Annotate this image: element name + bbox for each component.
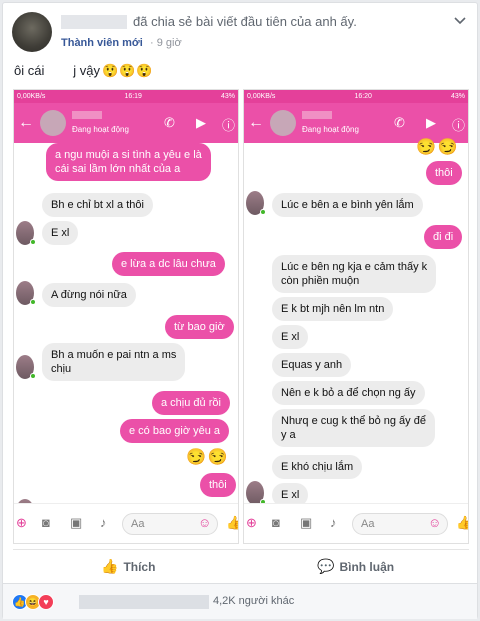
chevron-down-icon[interactable] <box>453 13 467 27</box>
contact-name-blurred <box>302 111 332 119</box>
author-name-blurred[interactable] <box>61 15 127 29</box>
chat-header: ← Đang hoạt động ✆ ▶ ⓘ <box>14 103 238 143</box>
message-bubble: E khó chịu lắm <box>272 455 363 479</box>
active-status: Đang hoạt động <box>302 125 359 134</box>
message-bubble: Bh a muốn e pai ntn a ms chịu <box>42 343 186 381</box>
message-bubble: e có bao giờ yêu a <box>120 419 229 443</box>
info-icon[interactable]: ⓘ <box>222 115 235 134</box>
camera-icon[interactable]: ◙ <box>42 515 50 530</box>
camera-icon[interactable]: ◙ <box>272 515 280 530</box>
message-bubble: E xl <box>42 221 79 245</box>
active-status: Đang hoạt động <box>72 125 129 134</box>
emoji-row: 😏😏 <box>186 449 230 466</box>
thumbs-up-icon: 👍 <box>101 558 119 574</box>
message-bubble: đi đi <box>424 225 463 249</box>
post-card: đã chia sẻ bài viết đầu tiên của anh ấy.… <box>2 2 478 619</box>
info-icon[interactable]: ⓘ <box>452 115 465 134</box>
message-bubble: Equas y anh <box>272 353 352 377</box>
plus-icon[interactable]: ⊕ <box>246 515 257 531</box>
emoji-row: 😏😏 <box>416 139 460 156</box>
compose-bar: ⊕ ◙ ▣ ♪ Aa ☺ 👍 <box>244 503 468 543</box>
message-bubble: E xl <box>272 325 309 349</box>
video-icon[interactable]: ▶ <box>426 115 436 131</box>
message-bubble: a ngu muội a si tình a yêu e là cái sai … <box>46 143 211 181</box>
status-bar: 0,00KB/s 16:20 43% <box>244 90 468 103</box>
message-bubble: Nhưq e cug k thể bỏ ng ấy để y a <box>272 409 435 447</box>
microphone-icon[interactable]: ♪ <box>330 515 337 530</box>
author-avatar[interactable] <box>12 12 52 52</box>
member-badge[interactable]: Thành viên mới <box>61 37 143 49</box>
back-arrow-icon[interactable]: ← <box>248 114 264 132</box>
love-reaction-icon: ♥ <box>38 594 54 610</box>
message-bubble: từ bao giờ <box>165 315 234 339</box>
contact-name-blurred <box>72 111 102 119</box>
image-icon[interactable]: ▣ <box>70 515 82 531</box>
message-bubble: thôi <box>200 473 236 497</box>
contact-avatar[interactable] <box>270 110 296 136</box>
emoji-icon[interactable]: ☺ <box>428 515 441 530</box>
message-list: a ngu muội a si tình a yêu e là cái sai … <box>14 143 238 523</box>
like-icon[interactable]: 👍 <box>226 515 238 531</box>
reactors-names-blurred[interactable] <box>79 595 209 609</box>
reactions-bar[interactable]: 👍 😆 ♥ 4,2K người khác <box>3 583 477 619</box>
reactions-count[interactable]: 4,2K người khác <box>213 595 294 607</box>
post-actions: 👍 Thích 💬 Bình luận <box>13 549 469 579</box>
phone-icon[interactable]: ✆ <box>164 115 175 131</box>
post-time[interactable]: · 9 giờ <box>150 37 182 49</box>
message-bubble: Bh e chỉ bt xl a thôi <box>42 193 153 217</box>
comment-icon: 💬 <box>317 558 335 574</box>
like-button[interactable]: 👍 Thích <box>101 558 155 575</box>
message-bubble: Nên e k bỏ a để chọn ng ấy <box>272 381 425 405</box>
message-list: 😏😏 thôi Lúc e bên a e bình yên lắm đi đi… <box>244 139 468 525</box>
message-bubble: Lúc e bên ng kja e cảm thấy k còn phiền … <box>272 255 437 293</box>
status-bar: 0,00KB/s 16:19 43% <box>14 90 238 103</box>
video-icon[interactable]: ▶ <box>196 115 206 131</box>
message-bubble: Lúc e bên a e bình yên lắm <box>272 193 423 217</box>
emoji-icon[interactable]: ☺ <box>198 515 211 530</box>
left-chat-screenshot[interactable]: 0,00KB/s 16:19 43% ← Đang hoạt động ✆ ▶ ⓘ … <box>13 89 239 544</box>
plus-icon[interactable]: ⊕ <box>16 515 27 531</box>
contact-avatar[interactable] <box>40 110 66 136</box>
message-bubble: E k bt mjh nên lm ntn <box>272 297 394 321</box>
message-bubble: A đừng nói nữa <box>42 283 136 307</box>
like-label: Thích <box>123 559 156 574</box>
comment-button[interactable]: 💬 Bình luận <box>317 558 394 575</box>
phone-icon[interactable]: ✆ <box>394 115 405 131</box>
comment-label: Bình luận <box>339 559 395 574</box>
like-icon[interactable]: 👍 <box>456 515 468 531</box>
message-bubble: e lừa a dc lâu chưa <box>112 252 225 276</box>
microphone-icon[interactable]: ♪ <box>100 515 107 530</box>
right-chat-screenshot[interactable]: 0,00KB/s 16:20 43% ← Đang hoạt động ✆ ▶ ⓘ … <box>243 89 469 544</box>
message-bubble: a chịu đủ rồi <box>152 391 230 415</box>
back-arrow-icon[interactable]: ← <box>18 114 34 132</box>
compose-bar: ⊕ ◙ ▣ ♪ Aa ☺ 👍 <box>14 503 238 543</box>
post-emoji: 😲😲😲 <box>101 63 154 78</box>
post-text: ôi cái j vậy 😲😲😲 <box>14 63 154 78</box>
image-icon[interactable]: ▣ <box>300 515 312 531</box>
message-bubble: thôi <box>426 161 462 185</box>
post-header-text: đã chia sẻ bài viết đầu tiên của anh ấy. <box>133 14 357 29</box>
